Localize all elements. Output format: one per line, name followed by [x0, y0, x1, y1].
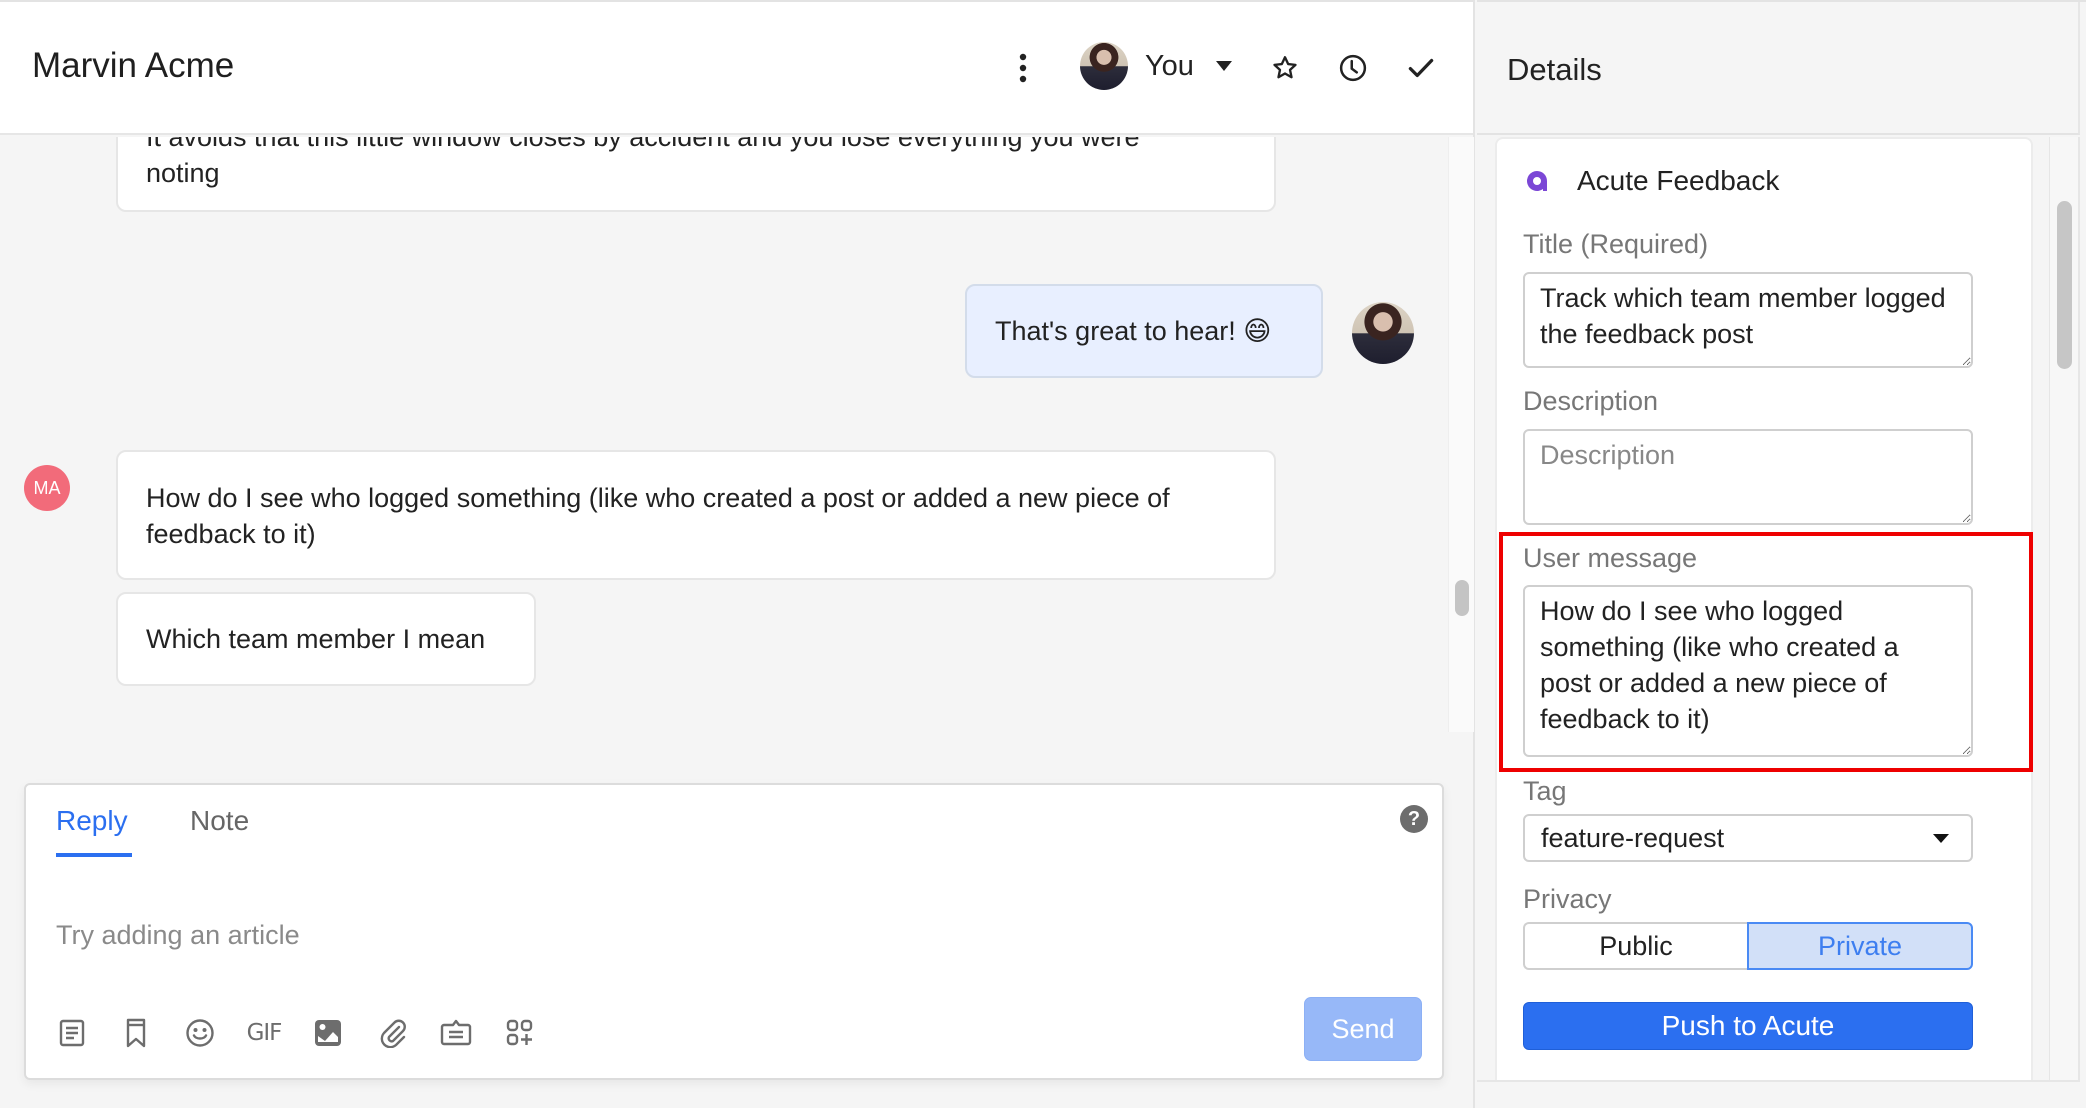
app-header: Acute Feedback	[1525, 165, 1779, 197]
details-scrollbar[interactable]	[2049, 137, 2078, 1080]
user-message-label: User message	[1523, 543, 1698, 573]
conversation-title: Marvin Acme	[32, 46, 235, 85]
tab-note[interactable]: Note	[190, 805, 249, 837]
app-name: Acute Feedback	[1577, 165, 1780, 196]
chevron-down-icon	[1933, 833, 1949, 843]
privacy-label: Privacy	[1523, 884, 1612, 914]
description-field[interactable]	[1523, 429, 1973, 525]
conversation-pane: Marvin Acme You It avoids that this litt…	[0, 0, 1475, 1108]
help-icon[interactable]: ?	[1400, 805, 1428, 833]
message-text: That's great to hear! 😄	[995, 316, 1272, 346]
tag-value: feature-request	[1541, 822, 1725, 853]
details-title: Details	[1507, 52, 1602, 87]
bookmark-icon[interactable]	[120, 1017, 152, 1049]
clock-icon[interactable]	[1333, 48, 1373, 88]
privacy-private-button[interactable]: Private	[1747, 922, 1973, 970]
tag-select[interactable]: feature-request	[1523, 814, 1973, 862]
agent-avatar	[1080, 42, 1128, 90]
more-vertical-icon[interactable]	[1003, 48, 1043, 88]
customer-message-bubble: How do I see who logged something (like …	[116, 450, 1276, 580]
message-bubble: It avoids that this little window closes…	[116, 137, 1276, 212]
composer-toolbar: GIF	[56, 1017, 568, 1049]
acute-logo-icon	[1527, 171, 1547, 191]
check-icon[interactable]	[1401, 48, 1441, 88]
image-icon[interactable]	[312, 1017, 344, 1049]
star-icon[interactable]	[1265, 48, 1305, 88]
details-panel: Details Acute Feedback Title (Required) …	[1477, 0, 2086, 1108]
assignee-name: You	[1145, 49, 1194, 82]
customer-message-bubble: Which team member I mean	[116, 592, 536, 686]
acute-feedback-card: Acute Feedback Title (Required) Descript…	[1495, 137, 2033, 1080]
chat-scrollbar-thumb[interactable]	[1455, 580, 1469, 616]
apps-add-icon[interactable]	[504, 1017, 536, 1049]
details-scrollbar-thumb[interactable]	[2057, 201, 2072, 369]
title-label: Title (Required)	[1523, 229, 1709, 259]
emoji-icon[interactable]	[184, 1017, 216, 1049]
attachment-icon[interactable]	[376, 1017, 408, 1049]
user-message-field[interactable]	[1523, 585, 1973, 757]
tag-label: Tag	[1523, 776, 1567, 806]
conversation-header: Marvin Acme You	[0, 2, 1473, 135]
message-text: Which team member I mean	[146, 624, 486, 654]
push-to-acute-button[interactable]: Push to Acute	[1523, 1002, 1973, 1050]
avatar-initials: MA	[33, 477, 61, 498]
message-list: It avoids that this little window closes…	[0, 137, 1440, 732]
message-text: How do I see who logged something (like …	[146, 483, 1170, 549]
article-icon[interactable]	[56, 1017, 88, 1049]
gif-label: GIF	[246, 1020, 283, 1046]
message-text: It avoids that this little window closes…	[146, 137, 1140, 152]
details-body: Acute Feedback Title (Required) Descript…	[1477, 137, 2080, 1082]
reply-input[interactable]	[56, 895, 1356, 975]
tab-reply[interactable]: Reply	[56, 805, 128, 837]
description-label: Description	[1523, 386, 1659, 416]
chevron-down-icon	[1215, 61, 1232, 71]
reply-composer: Reply Note ? GIF	[24, 783, 1444, 1080]
send-button[interactable]: Send	[1304, 997, 1422, 1061]
customer-avatar: MA	[24, 465, 70, 511]
active-tab-indicator	[56, 853, 132, 857]
agent-avatar	[1352, 302, 1414, 364]
title-field[interactable]	[1523, 272, 1973, 368]
macro-icon[interactable]	[440, 1017, 472, 1049]
chat-scrollbar[interactable]	[1448, 137, 1474, 732]
details-header: Details	[1477, 2, 2080, 135]
privacy-toggle: Public Private	[1523, 922, 1973, 970]
privacy-public-button[interactable]: Public	[1523, 922, 1747, 970]
gif-icon[interactable]: GIF	[246, 1017, 283, 1049]
assignee-dropdown[interactable]: You	[1080, 42, 1232, 90]
message-text: noting	[146, 158, 220, 188]
agent-message-bubble: That's great to hear! 😄	[965, 284, 1323, 378]
